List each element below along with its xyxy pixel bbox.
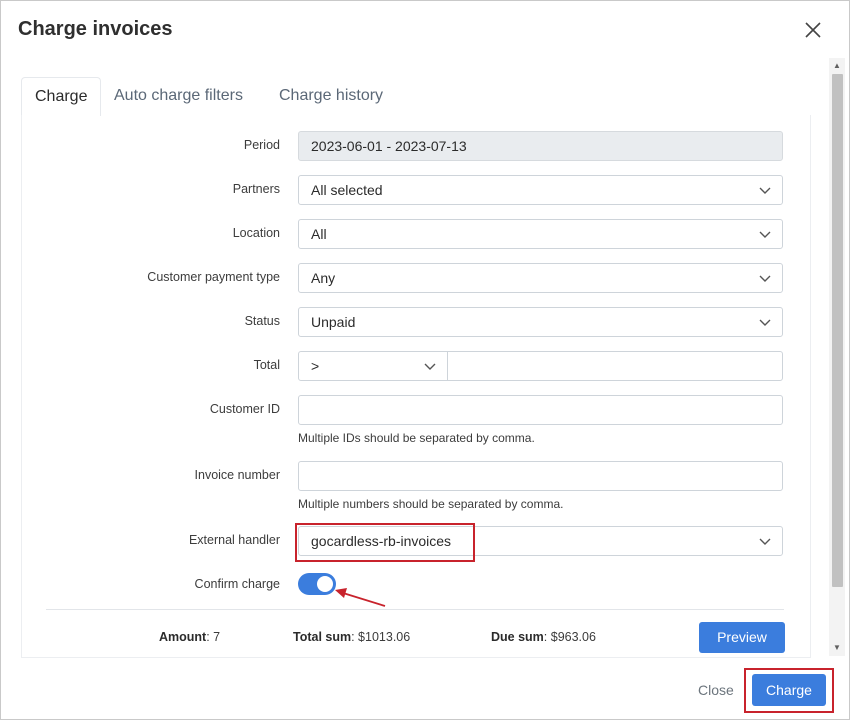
chevron-down-icon bbox=[759, 319, 771, 326]
customer-id-label: Customer ID bbox=[209, 402, 280, 416]
total-amount-input[interactable] bbox=[447, 351, 783, 381]
annotation-highlight-box bbox=[744, 668, 834, 713]
close-button[interactable]: Close bbox=[698, 682, 734, 698]
period-field: 2023-06-01 - 2023-07-13 bbox=[298, 131, 783, 161]
status-select[interactable]: Unpaid bbox=[298, 307, 783, 337]
chevron-down-icon bbox=[424, 363, 436, 370]
partners-value: All selected bbox=[311, 182, 383, 198]
scrollbar-thumb[interactable] bbox=[832, 74, 843, 587]
period-value: 2023-06-01 - 2023-07-13 bbox=[311, 138, 467, 154]
amount-summary: Amount: 7 bbox=[159, 630, 220, 644]
charge-invoices-dialog: Charge invoices Charge Auto charge filte… bbox=[0, 0, 850, 720]
customer-id-input[interactable] bbox=[298, 395, 783, 425]
scroll-up-arrow-icon[interactable]: ▲ bbox=[831, 61, 843, 70]
location-label: Location bbox=[232, 226, 280, 240]
chevron-down-icon bbox=[759, 187, 771, 194]
external-handler-label: External handler bbox=[188, 533, 280, 547]
total-operator-select[interactable]: > bbox=[298, 351, 448, 381]
invoice-number-hint: Multiple numbers should be separated by … bbox=[298, 497, 564, 511]
period-label: Period bbox=[243, 138, 280, 152]
total-label: Total bbox=[253, 358, 280, 372]
total-sum-value: : $1013.06 bbox=[351, 630, 411, 644]
payment-type-value: Any bbox=[311, 270, 336, 286]
invoice-number-input[interactable] bbox=[298, 461, 783, 491]
amount-value: : 7 bbox=[206, 630, 221, 644]
close-icon[interactable] bbox=[802, 19, 824, 41]
annotation-arrow-icon bbox=[335, 588, 386, 607]
total-sum-label: Total sum bbox=[293, 630, 352, 644]
tab-charge[interactable]: Charge bbox=[21, 77, 102, 116]
confirm-charge-label: Confirm charge bbox=[194, 577, 280, 591]
due-sum-value: : $963.06 bbox=[543, 630, 596, 644]
scroll-down-arrow-icon[interactable]: ▼ bbox=[831, 643, 843, 652]
chevron-down-icon bbox=[759, 538, 771, 545]
preview-button[interactable]: Preview bbox=[699, 622, 785, 653]
form-divider bbox=[46, 609, 784, 610]
tab-charge-history[interactable]: Charge history bbox=[266, 77, 396, 115]
partners-label: Partners bbox=[232, 182, 280, 196]
chevron-down-icon bbox=[759, 275, 771, 282]
tab-auto-charge-filters[interactable]: Auto charge filters bbox=[101, 77, 256, 115]
amount-label: Amount bbox=[159, 630, 207, 644]
dialog-title: Charge invoices bbox=[18, 18, 173, 40]
location-value: All bbox=[311, 226, 327, 242]
partners-select[interactable]: All selected bbox=[298, 175, 783, 205]
chevron-down-icon bbox=[759, 231, 771, 238]
customer-id-hint: Multiple IDs should be separated by comm… bbox=[298, 431, 535, 445]
due-sum-label: Due sum bbox=[491, 630, 544, 644]
location-select[interactable]: All bbox=[298, 219, 783, 249]
annotation-highlight-box bbox=[295, 523, 475, 562]
due-sum-summary: Due sum: $963.06 bbox=[491, 630, 596, 644]
payment-type-label: Customer payment type bbox=[147, 270, 280, 284]
invoice-number-label: Invoice number bbox=[194, 468, 280, 482]
total-operator-value: > bbox=[311, 358, 320, 374]
status-value: Unpaid bbox=[311, 314, 356, 330]
status-label: Status bbox=[244, 314, 280, 328]
payment-type-select[interactable]: Any bbox=[298, 263, 783, 293]
total-sum-summary: Total sum: $1013.06 bbox=[293, 630, 410, 644]
